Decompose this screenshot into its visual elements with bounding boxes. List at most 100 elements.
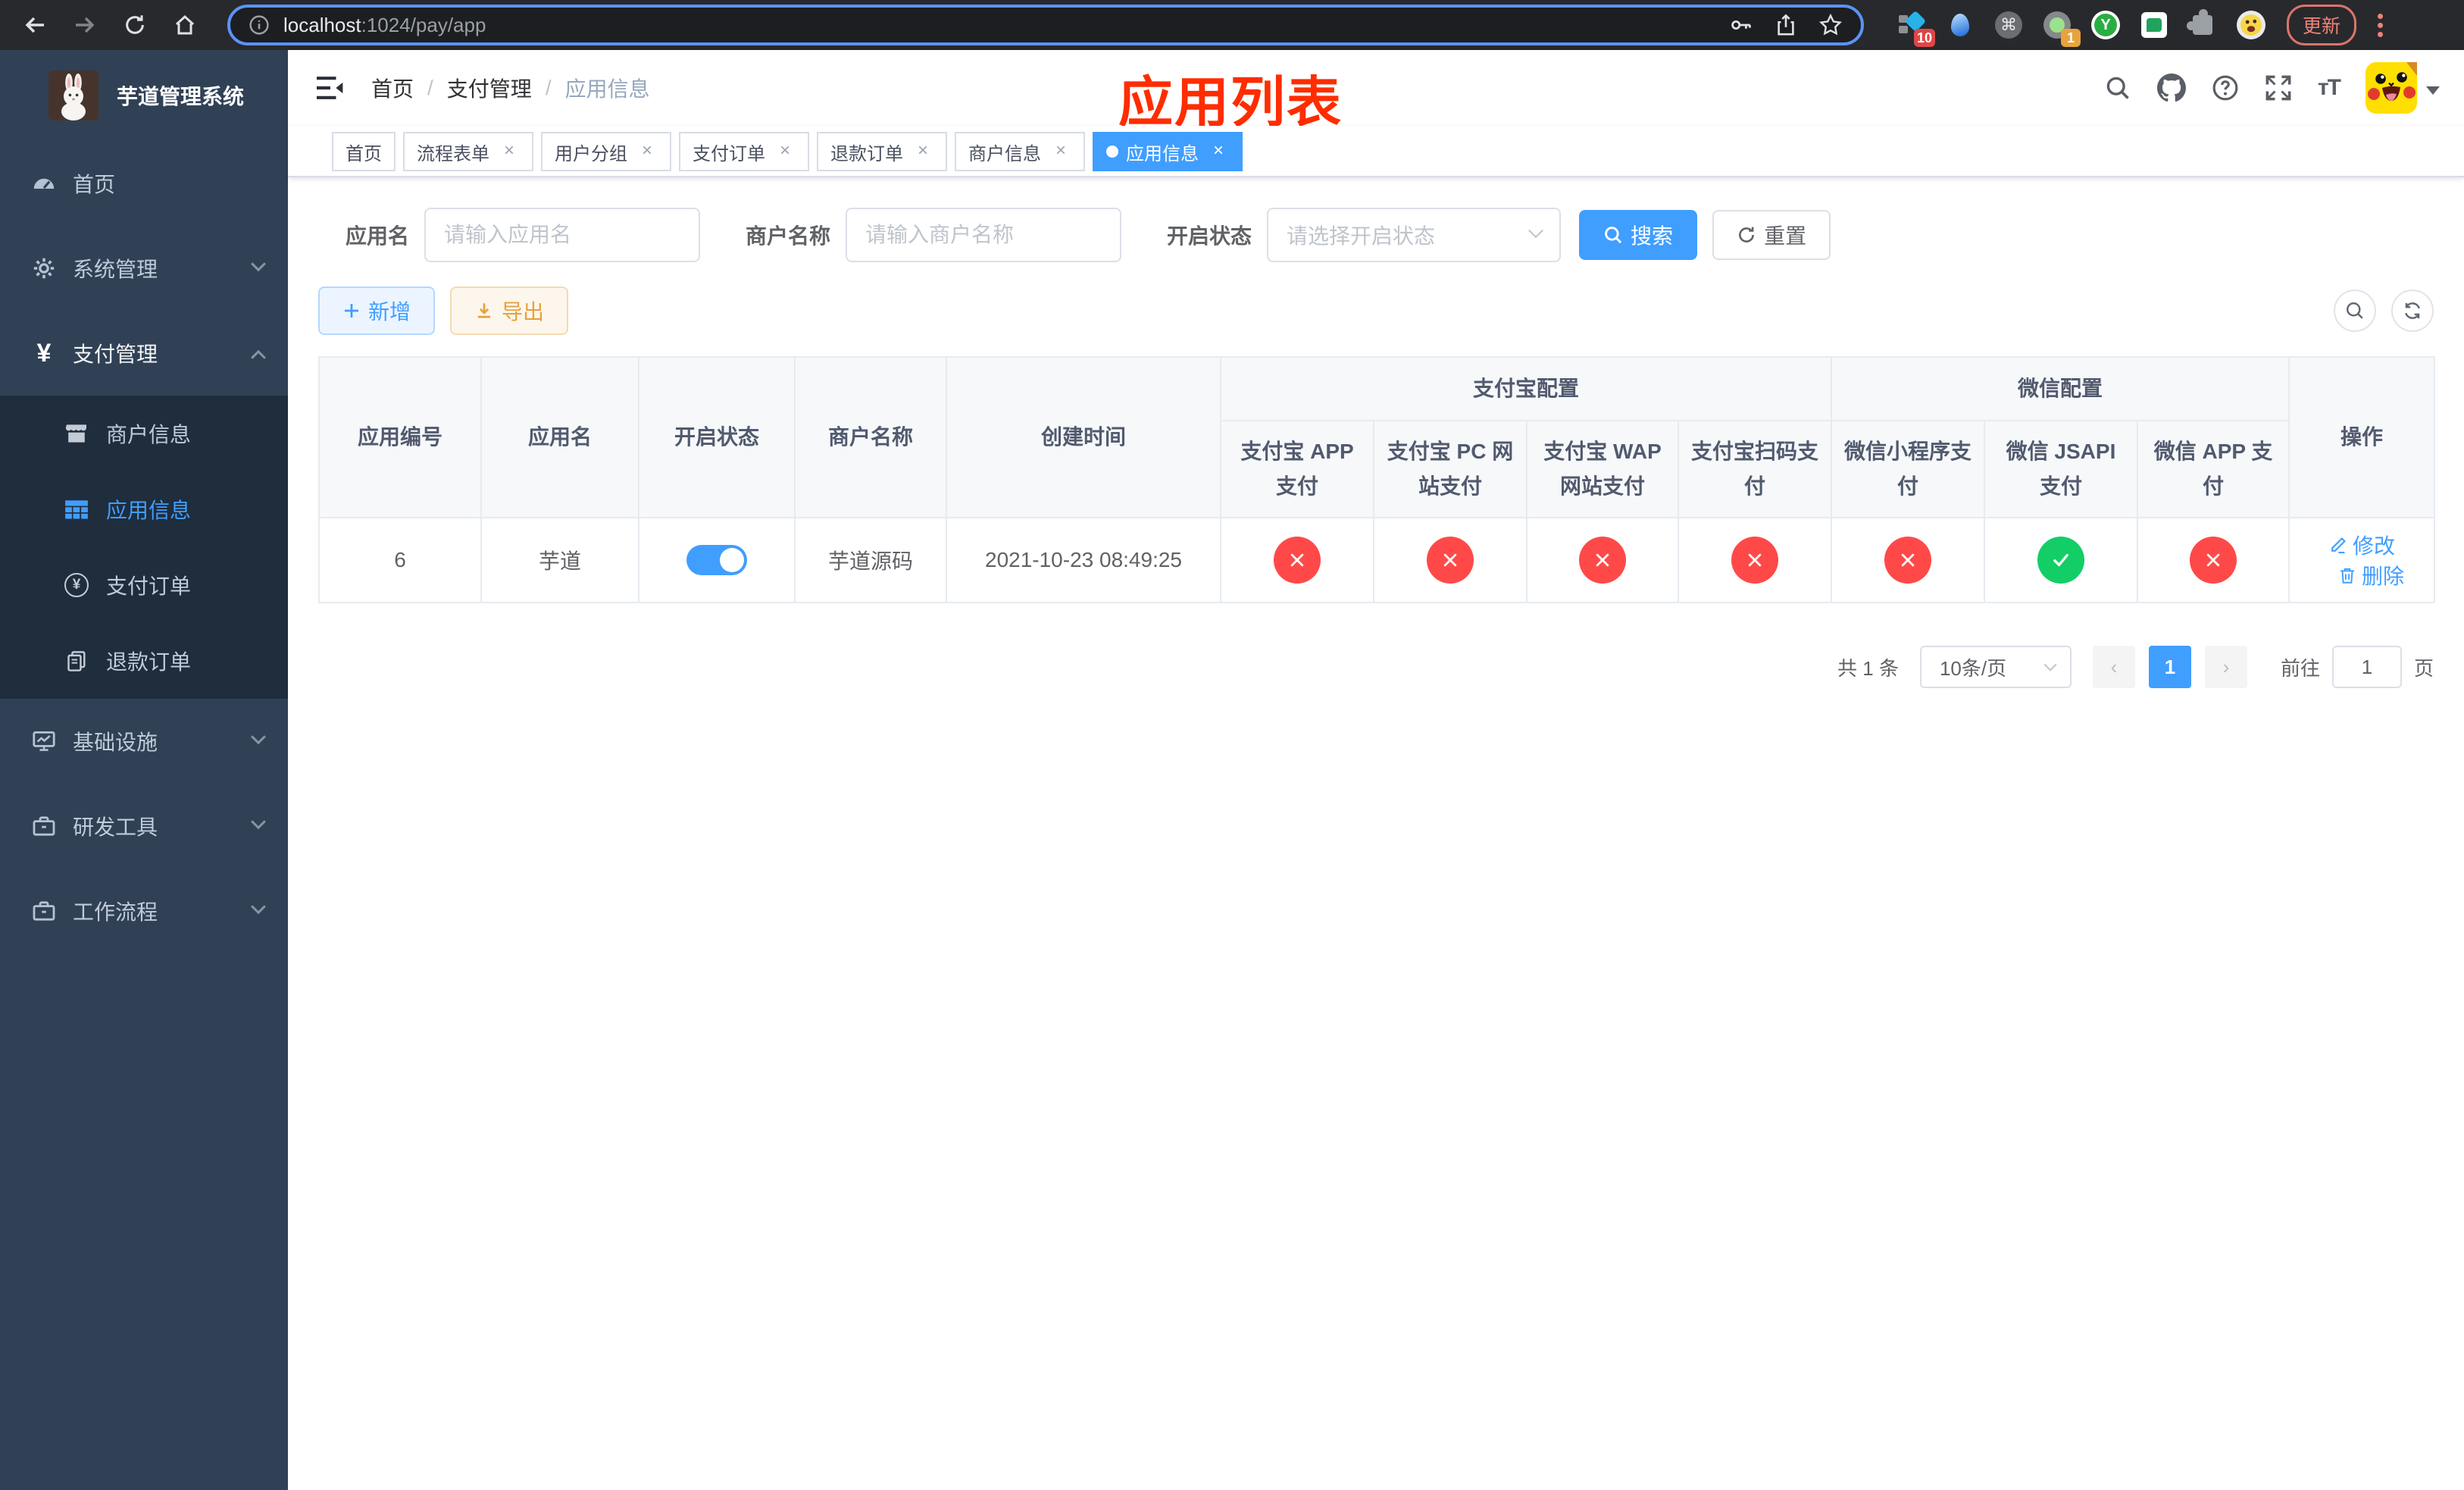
help-icon[interactable] (2212, 74, 2239, 102)
breadcrumb-payment[interactable]: 支付管理 (447, 73, 532, 103)
col-wechat-lite: 微信小程序支付 (1831, 420, 1986, 518)
chevron-down-icon (251, 256, 266, 272)
col-created: 创建时间 (946, 356, 1221, 518)
page-content: 应用名 商户名称 开启状态 请选择开启状态 搜索 重置 (288, 177, 2464, 1490)
table-row: 6 芋道 芋道源码 2021-10-23 08:49:25 修改 删除 (318, 517, 2436, 603)
tab-process-form[interactable]: 流程表单 × (403, 132, 533, 171)
address-bar[interactable]: localhost:1024/pay/app (227, 5, 1864, 45)
edit-link[interactable]: 修改 (2328, 530, 2395, 560)
status-check-icon (2037, 537, 2085, 584)
col-app-name: 应用名 (480, 356, 639, 518)
extension-diamond-icon[interactable]: 10 (1897, 10, 1935, 47)
tab-user-group[interactable]: 用户分组 × (541, 132, 671, 171)
browser-update-button[interactable]: 更新 (2287, 5, 2357, 45)
close-icon[interactable]: × (1208, 141, 1229, 162)
app-logo[interactable]: 芋道管理系统 (0, 50, 288, 141)
browser-profile-avatar[interactable] (2237, 11, 2265, 39)
sidebar-item-pay-order[interactable]: ¥ 支付订单 (0, 547, 288, 623)
sidebar-item-merchant-info[interactable]: 商户信息 (0, 396, 288, 471)
sidebar-item-infra[interactable]: 基础设施 (0, 699, 288, 784)
extensions-row: 10 ⌘ 1 Y (1897, 9, 2265, 47)
next-page-button[interactable]: › (2204, 646, 2247, 688)
merchant-name-input[interactable] (846, 208, 1122, 262)
user-avatar[interactable] (2366, 62, 2440, 114)
current-page-button[interactable]: 1 (2148, 646, 2191, 688)
bookmark-star-icon[interactable] (1818, 13, 1843, 37)
search-icon[interactable] (2104, 74, 2131, 102)
close-icon[interactable]: × (1050, 141, 1071, 162)
sidebar-item-refund-order[interactable]: 退款订单 (0, 623, 288, 699)
monitor-chart-icon (32, 729, 56, 753)
tab-merchant-info[interactable]: 商户信息 × (955, 132, 1085, 171)
close-icon[interactable]: × (636, 141, 658, 162)
extension-record-icon[interactable]: 1 (2043, 11, 2081, 47)
tab-pay-order[interactable]: 支付订单 × (679, 132, 809, 171)
refresh-icon (1739, 227, 1754, 243)
goto-page-input[interactable] (2331, 646, 2402, 688)
cell-merchant: 芋道源码 (794, 517, 947, 603)
payment-submenu: 商户信息 应用信息 ¥ 支付订单 退款订单 (0, 396, 288, 699)
back-icon[interactable] (15, 5, 55, 45)
grid-icon (64, 496, 89, 522)
sidebar: 芋道管理系统 首页 系统管理 ¥ 支付管理 商户信息 应用信息 ¥ 支付订单 退… (0, 50, 288, 1490)
chevron-up-icon (251, 349, 266, 365)
tab-refund-order[interactable]: 退款订单 × (817, 132, 947, 171)
status-cross-icon (1427, 537, 1474, 584)
prev-page-button[interactable]: ‹ (2092, 646, 2135, 688)
reload-icon[interactable] (115, 5, 155, 45)
col-wechat-jsapi: 微信 JSAPI 支付 (1984, 420, 2139, 518)
tab-app-info[interactable]: 应用信息 × (1093, 132, 1243, 171)
refresh-table-icon[interactable] (2391, 290, 2434, 332)
sidebar-item-devtools[interactable]: 研发工具 (0, 784, 288, 869)
home-icon[interactable] (165, 5, 205, 45)
group-alipay-config: 支付宝配置 (1219, 356, 1833, 421)
sidebar-item-system[interactable]: 系统管理 (0, 226, 288, 311)
browser-menu-icon[interactable] (2372, 8, 2389, 43)
password-key-icon[interactable] (1729, 13, 1753, 37)
search-icon (1605, 227, 1622, 244)
github-icon[interactable] (2156, 74, 2186, 102)
close-icon[interactable]: × (912, 141, 933, 162)
status-cross-icon (1731, 537, 1778, 584)
chevron-down-icon (2043, 658, 2057, 671)
font-size-icon[interactable]: ᴛT (2318, 75, 2341, 101)
toggle-search-icon[interactable] (2334, 290, 2376, 332)
extensions-puzzle-icon[interactable] (2187, 9, 2217, 39)
sidebar-item-payment[interactable]: ¥ 支付管理 (0, 311, 288, 396)
filter-form: 应用名 商户名称 开启状态 请选择开启状态 搜索 重置 (318, 208, 2434, 262)
status-cross-icon (1274, 537, 1321, 584)
pikachu-avatar-icon (2366, 62, 2417, 114)
close-icon[interactable]: × (774, 141, 796, 162)
status-select[interactable]: 请选择开启状态 (1267, 208, 1562, 262)
app-name-input[interactable] (424, 208, 701, 262)
page-size-select[interactable]: 10条/页 (1919, 646, 2072, 688)
extension-command-icon[interactable]: ⌘ (1994, 11, 2023, 39)
sidebar-collapse-icon[interactable] (312, 69, 347, 107)
status-cross-icon (2190, 537, 2237, 584)
reset-button[interactable]: 重置 (1712, 210, 1831, 260)
cell-created: 2021-10-23 08:49:25 (946, 517, 1221, 603)
extension-y-icon[interactable]: Y (2091, 11, 2120, 39)
search-button[interactable]: 搜索 (1579, 210, 1698, 260)
extension-kite-icon[interactable] (1946, 11, 1975, 39)
site-info-icon[interactable] (249, 14, 270, 36)
rabbit-logo-icon (48, 70, 98, 121)
delete-link[interactable]: 删除 (2337, 560, 2404, 590)
share-icon[interactable] (1775, 14, 1797, 36)
forward-icon[interactable] (65, 5, 105, 45)
close-icon[interactable]: × (499, 141, 520, 162)
sidebar-item-workflow[interactable]: 工作流程 (0, 869, 288, 953)
sidebar-item-app-info[interactable]: 应用信息 (0, 471, 288, 547)
breadcrumb-home[interactable]: 首页 (371, 73, 414, 103)
extension-chat-icon[interactable] (2140, 11, 2169, 39)
fullscreen-icon[interactable] (2265, 74, 2292, 102)
enabled-switch[interactable] (686, 545, 747, 575)
dashboard-icon (32, 171, 56, 196)
export-button[interactable]: 导出 (450, 286, 569, 335)
tab-home[interactable]: 首页 (332, 132, 396, 171)
col-app-id: 应用编号 (318, 356, 482, 518)
col-alipay-qr: 支付宝扫码支付 (1677, 420, 1833, 518)
sidebar-item-home[interactable]: 首页 (0, 141, 288, 226)
download-icon (477, 303, 491, 318)
add-button[interactable]: 新增 (318, 286, 436, 335)
